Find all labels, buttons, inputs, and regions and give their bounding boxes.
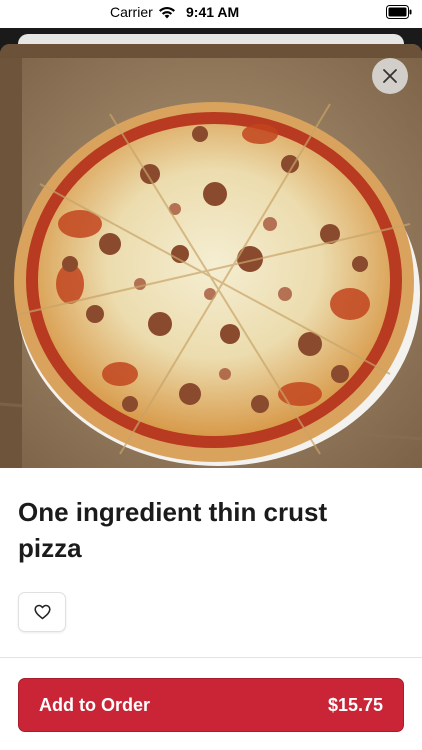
item-price: $15.75: [327, 694, 383, 715]
carrier-label: Carrier: [110, 4, 153, 20]
add-to-order-label: Add to Order: [39, 694, 150, 715]
wifi-icon: [159, 6, 175, 19]
add-to-order-button[interactable]: Add to Order $15.75: [18, 678, 404, 732]
footer-divider: [0, 657, 422, 658]
battery-icon: [386, 5, 412, 19]
item-photo: [0, 44, 422, 468]
favorite-button[interactable]: [18, 592, 66, 632]
status-time: 9:41 AM: [186, 4, 240, 20]
pizza-image: [0, 44, 422, 468]
item-title: One ingredient thin crust pizza: [18, 497, 328, 563]
heart-icon: [33, 604, 51, 620]
close-icon: [383, 69, 397, 83]
status-bar: Carrier 9:41 AM: [0, 0, 422, 24]
close-button[interactable]: [372, 58, 408, 94]
